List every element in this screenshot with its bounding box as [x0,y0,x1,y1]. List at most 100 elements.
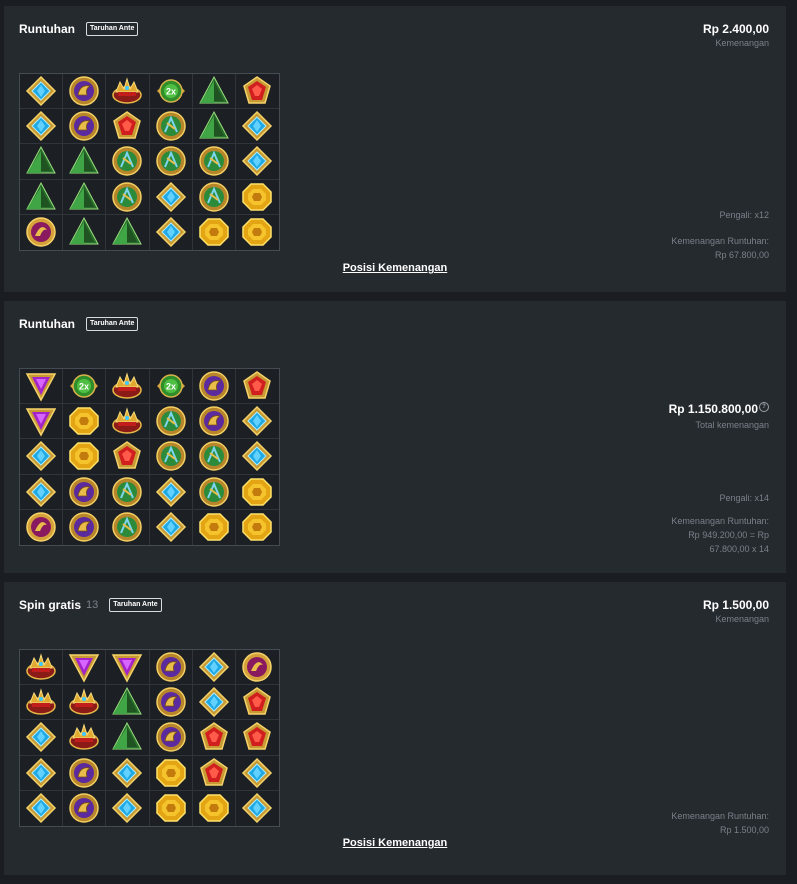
multiplier-symbol-label: 2x [79,382,89,392]
reel-cell [150,509,193,545]
ring-symbol-icon [26,512,56,543]
violet-symbol-icon [25,373,57,402]
reel-cell [20,179,64,215]
ante-bet-badge: Taruhan Ante [86,317,139,331]
round-title: Spin gratis [19,598,82,612]
reel-cell [149,109,193,145]
round-panel-3: Spin gratis 13 Taruhan Ante Rp 1.500,00 … [4,582,786,875]
ruby-symbol-icon [199,722,228,751]
winning-positions-link[interactable]: Posisi Kemenangan [4,262,786,274]
reel-cell: 2x [149,74,193,110]
reel-cell [20,439,64,475]
pyramid-symbol-icon [112,722,143,750]
diamond-symbol-icon [155,512,186,543]
reel-cell [106,685,150,721]
pyramid-symbol-icon [112,217,143,245]
cascade-win-value: Rp 67.800,00 [714,250,769,260]
reel-cell [106,509,150,545]
pyramid-symbol-icon [198,111,229,139]
reel-cell: 2x [63,369,107,405]
reel-cell [63,685,107,721]
reel-cell [235,144,279,180]
reel-cell [192,74,236,110]
diamond-symbol-icon [26,757,57,788]
diamond-symbol-icon [26,76,57,107]
reel-cell [193,214,236,250]
pyramid-symbol-icon [26,181,56,210]
reel-cell [63,144,107,180]
multiplier-symbol-label: 2x [166,382,176,392]
reel-cell [63,650,107,686]
green2x-symbol-icon: 2x [70,374,99,398]
scarab-symbol-icon [155,146,186,177]
reel-cell [63,179,107,215]
reel-cell [20,790,64,826]
crown-symbol-icon [26,688,56,716]
topaz-symbol-icon [69,442,99,471]
reel-cell [235,439,279,475]
reel-cell [63,720,107,756]
scarab-symbol-icon [155,441,186,472]
scarab-symbol-icon [155,111,186,142]
reel-cell [20,474,64,510]
reel-cell [235,404,279,440]
diamond-symbol-icon [26,793,57,824]
reel-cell [63,439,107,475]
amulet-symbol-icon [69,512,99,543]
diamond-symbol-icon [242,793,273,824]
multiplier-text: Pengali: x14 [719,493,769,503]
amulet-symbol-icon [69,476,99,507]
reel-cell [106,755,150,791]
scarab-symbol-icon [112,181,143,212]
topaz-symbol-icon [155,758,186,787]
round-panel-2: Runtuhan Taruhan Ante 2x 2x Rp 1.150.800,… [4,301,786,573]
amulet-symbol-icon [155,722,186,753]
diamond-symbol-icon [242,441,273,472]
reel-cell [193,790,236,826]
reel-cell [63,404,107,440]
multiplier-symbol-label: 2x [166,87,176,97]
reel-cell [235,109,279,145]
reel-cell [192,369,236,405]
diamond-symbol-icon [112,793,143,824]
ruby-symbol-icon [243,76,272,104]
topaz-symbol-icon [242,182,273,211]
reel-cell [63,74,107,110]
ruby-symbol-icon [113,111,142,140]
ruby-symbol-icon [243,722,272,751]
reel-cell [106,474,150,510]
reel-cell [20,109,64,145]
ruby-symbol-icon [113,441,142,470]
diamond-symbol-icon [198,652,229,683]
win-amount-label: Kemenangan [715,38,769,48]
amulet-symbol-icon [69,111,99,142]
reel-cell [20,650,64,686]
reel-cell [106,179,150,215]
reel-cell [150,790,193,826]
reel-cell [106,650,150,686]
diamond-symbol-icon [198,687,229,718]
reel-cell [20,755,64,791]
topaz-symbol-icon [198,513,229,542]
help-icon[interactable]: ? [759,402,769,412]
reel-cell [106,74,150,110]
diamond-symbol-icon [155,181,186,212]
diamond-symbol-icon [26,441,57,472]
diamond-symbol-icon [242,146,273,177]
reel-cell [20,685,64,721]
round-title: Runtuhan [19,22,75,36]
reel-cell [20,720,64,756]
pyramid-symbol-icon [112,687,143,715]
scarab-symbol-icon [198,441,229,472]
violet-symbol-icon [25,408,57,437]
round-title-row: Runtuhan Taruhan Ante [19,317,139,331]
reel-cell [192,755,236,791]
reel-cell [192,439,236,475]
scarab-symbol-icon [155,406,186,437]
cascade-win-value: Rp 1.500,00 [719,825,769,835]
diamond-symbol-icon [155,476,186,507]
reel-cell [192,474,236,510]
reel-cell [235,720,279,756]
reel-cell [106,790,150,826]
winning-positions-link[interactable]: Posisi Kemenangan [4,837,786,849]
